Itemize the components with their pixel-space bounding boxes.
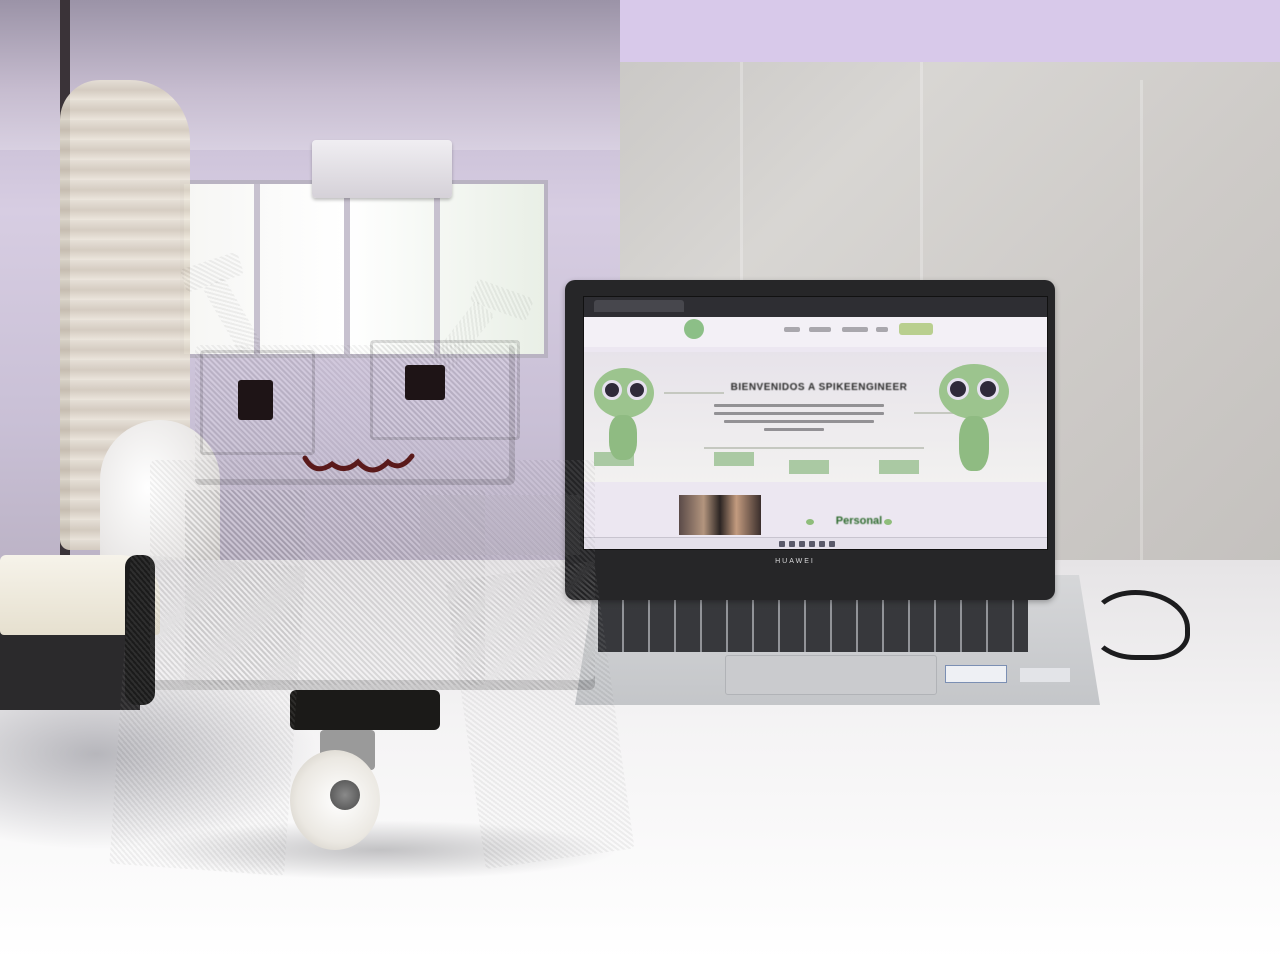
mascot-eye [947, 378, 969, 400]
taskbar-icon [809, 541, 815, 547]
hero-text [714, 404, 884, 407]
nav-item [809, 327, 831, 332]
caster-hub [330, 780, 360, 810]
robot-eye [405, 365, 445, 400]
hero-text [764, 428, 824, 431]
leaf-icon [806, 519, 814, 525]
hero-title: BIENVENIDOS A SPIKEENGINEER [730, 382, 908, 393]
robot-leg [445, 560, 635, 870]
taskbar [584, 537, 1047, 549]
robot-shoulder [185, 490, 305, 560]
wall-top-strip [620, 0, 1280, 62]
circuit-line [664, 392, 724, 394]
laptop-screen: BIENVENIDOS A SPIKEENGINEER Personal [583, 296, 1048, 550]
nav-item [784, 327, 800, 332]
mascot-eye [977, 378, 999, 400]
robot-leg [109, 554, 306, 876]
hero-banner: BIENVENIDOS A SPIKEENGINEER [584, 352, 1047, 482]
taskbar-icon [779, 541, 785, 547]
robot-shoulder [420, 495, 580, 555]
hero-block [789, 460, 829, 474]
robot-antenna [202, 277, 262, 354]
taskbar-icon [819, 541, 825, 547]
laptop-sticker [945, 665, 1007, 683]
robot-mouth [302, 453, 415, 473]
robot-eye-box [370, 340, 520, 440]
hero-block [879, 460, 919, 474]
laptop-touchpad [725, 655, 937, 695]
hero-text [724, 420, 874, 423]
leaf-icon [884, 519, 892, 525]
taskbar-icon [789, 541, 795, 547]
laptop-brand: HUAWEI [775, 558, 815, 565]
laptop-sticker [1020, 668, 1070, 682]
taskbar-icon [799, 541, 805, 547]
wall-texture [1140, 80, 1143, 560]
taskbar-icon [829, 541, 835, 547]
circuit-line [704, 447, 924, 449]
robot-eye [238, 380, 273, 420]
caster-wheel [290, 730, 395, 850]
green-robot [109, 251, 640, 880]
nav-cta-button [899, 323, 933, 335]
site-logo-icon [684, 319, 704, 339]
hero-text [714, 412, 884, 415]
site-header [584, 317, 1047, 347]
team-photo [679, 495, 761, 535]
mascot-body [959, 416, 989, 471]
robot-chassis [290, 690, 440, 730]
mascot-right [929, 354, 1019, 474]
nav-item [842, 327, 868, 332]
hero-block [714, 452, 754, 466]
browser-bar [584, 297, 1047, 317]
nav-item [876, 327, 888, 332]
